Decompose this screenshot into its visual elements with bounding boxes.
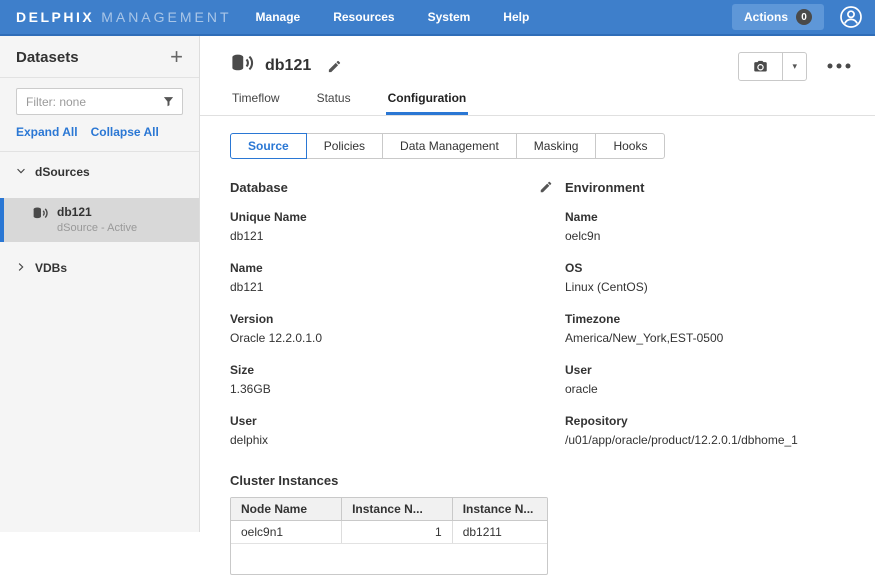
filter-input[interactable] (16, 88, 183, 115)
field-env-user: User oracle (565, 354, 845, 396)
field-label: OS (565, 252, 845, 275)
menu-item-system[interactable]: System (428, 10, 471, 24)
datasets-sidebar: Datasets + Expand All Collapse All dSour… (0, 36, 200, 532)
main-menu: Manage Resources System Help (256, 10, 530, 24)
menu-item-resources[interactable]: Resources (333, 10, 394, 24)
subtab-hooks[interactable]: Hooks (595, 133, 665, 159)
subtab-data-management[interactable]: Data Management (382, 133, 517, 159)
field-value: db121 (230, 229, 565, 243)
field-value: Oracle 12.2.0.1.0 (230, 331, 565, 345)
tree-group-dsources[interactable]: dSources (0, 152, 199, 192)
dataset-status: dSource - Active (57, 222, 137, 234)
page-title: db121 (265, 57, 311, 75)
user-avatar-icon[interactable] (839, 5, 863, 29)
table-row[interactable]: oelc9n1 1 db1211 (231, 521, 547, 544)
field-label: User (565, 354, 845, 377)
cell-instance-number: 1 (342, 521, 453, 544)
field-label: User (230, 405, 565, 428)
field-value: oelc9n (565, 229, 845, 243)
cluster-instances-section: Cluster Instances Node Name Instance N..… (230, 473, 845, 575)
dsource-icon (32, 205, 49, 227)
field-label: Repository (565, 405, 845, 428)
actions-label: Actions (744, 10, 788, 24)
field-version: Version Oracle 12.2.0.1.0 (230, 303, 565, 345)
menu-item-manage[interactable]: Manage (256, 10, 301, 24)
cluster-instances-heading: Cluster Instances (230, 473, 845, 488)
database-heading: Database (230, 180, 288, 195)
field-value: /u01/app/oracle/product/12.2.0.1/dbhome_… (565, 433, 845, 447)
cell-instance-name: db1211 (452, 521, 547, 544)
subtab-source[interactable]: Source (230, 133, 307, 159)
tree-group-label: VDBs (35, 261, 67, 275)
field-label: Unique Name (230, 201, 565, 224)
field-os: OS Linux (CentOS) (565, 252, 845, 294)
actions-count-badge: 0 (796, 9, 812, 25)
snapshot-split-button: ▾ (738, 52, 807, 81)
environment-heading: Environment (565, 180, 644, 195)
tab-status[interactable]: Status (315, 85, 353, 115)
column-header-node-name[interactable]: Node Name (231, 498, 342, 521)
dsource-icon (230, 51, 255, 81)
column-header-instance-name[interactable]: Instance N... (452, 498, 547, 521)
brand-secondary: MANAGEMENT (101, 9, 231, 25)
field-repository: Repository /u01/app/oracle/product/12.2.… (565, 405, 845, 447)
field-size: Size 1.36GB (230, 354, 565, 396)
filter-funnel-icon[interactable] (162, 95, 175, 113)
tab-bar: Timeflow Status Configuration (200, 81, 875, 116)
add-dataset-icon[interactable]: + (170, 48, 183, 66)
main-content: db121 ▾ Timeflow Status Configuration (200, 36, 875, 532)
field-label: Version (230, 303, 565, 326)
field-db-user: User delphix (230, 405, 565, 447)
chevron-down-icon (16, 163, 26, 181)
subtab-policies[interactable]: Policies (306, 133, 383, 159)
edit-database-pencil-icon[interactable] (539, 180, 553, 194)
tab-timeflow[interactable]: Timeflow (230, 85, 282, 115)
divider (0, 77, 199, 78)
database-section: Database Unique Name db121 Name db121 (230, 179, 565, 456)
subtab-masking[interactable]: Masking (516, 133, 597, 159)
field-label: Size (230, 354, 565, 377)
field-label: Name (230, 252, 565, 275)
more-options-icon[interactable] (827, 63, 851, 69)
configuration-subtabs: Source Policies Data Management Masking … (230, 133, 875, 159)
snapshot-camera-button[interactable] (739, 53, 783, 80)
tree-item-db121[interactable]: db121 dSource - Active (0, 198, 199, 242)
delphix-logo: DELPHIX MANAGEMENT (16, 9, 232, 25)
actions-button[interactable]: Actions 0 (732, 4, 824, 30)
field-value: America/New_York,EST-0500 (565, 331, 845, 345)
dataset-name: db121 (57, 205, 137, 219)
tree-group-vdbs[interactable]: VDBs (0, 248, 199, 288)
top-nav-bar: DELPHIX MANAGEMENT Manage Resources Syst… (0, 0, 875, 36)
chevron-right-icon (16, 259, 26, 277)
column-header-instance-number[interactable]: Instance N... (342, 498, 453, 521)
cluster-instances-table: Node Name Instance N... Instance N... oe… (230, 497, 548, 575)
environment-section: Environment Name oelc9n OS Linux (CentOS… (565, 179, 845, 456)
expand-all-link[interactable]: Expand All (16, 125, 78, 139)
edit-title-pencil-icon[interactable] (327, 59, 342, 74)
field-label: Name (565, 201, 845, 224)
field-timezone: Timezone America/New_York,EST-0500 (565, 303, 845, 345)
field-value: delphix (230, 433, 565, 447)
collapse-all-link[interactable]: Collapse All (91, 125, 159, 139)
field-name: Name db121 (230, 252, 565, 294)
field-unique-name: Unique Name db121 (230, 201, 565, 243)
field-value: db121 (230, 280, 565, 294)
field-env-name: Name oelc9n (565, 201, 845, 243)
tab-configuration[interactable]: Configuration (386, 85, 469, 115)
sidebar-title: Datasets (16, 49, 79, 66)
brand-primary: DELPHIX (16, 9, 94, 25)
field-value: 1.36GB (230, 382, 565, 396)
cell-node-name: oelc9n1 (231, 521, 342, 544)
tree-group-label: dSources (35, 165, 90, 179)
field-label: Timezone (565, 303, 845, 326)
field-value: Linux (CentOS) (565, 280, 845, 294)
field-value: oracle (565, 382, 845, 396)
menu-item-help[interactable]: Help (503, 10, 529, 24)
snapshot-dropdown-caret[interactable]: ▾ (783, 53, 806, 80)
